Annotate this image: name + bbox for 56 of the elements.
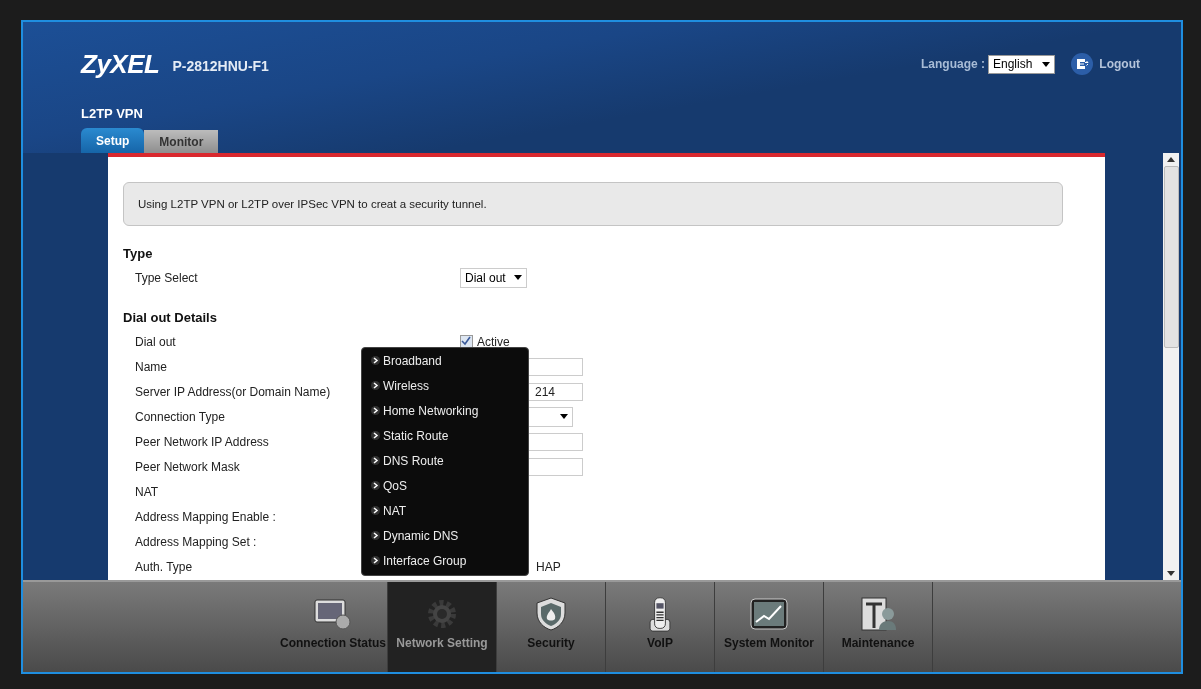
menu-item[interactable]: Home Networking xyxy=(371,398,528,423)
brand-logo: ZyXEL xyxy=(81,48,160,80)
menu-item[interactable]: NAT xyxy=(371,498,528,523)
monitor-icon xyxy=(314,596,352,632)
info-message: Using L2TP VPN or L2TP over IPSec VPN to creat a security tunnel. xyxy=(123,182,1063,226)
chevron-icon xyxy=(371,506,380,515)
chevron-icon xyxy=(371,381,380,390)
field-label: Peer Network Mask xyxy=(135,459,240,474)
chevron-icon xyxy=(371,406,380,415)
menu-item[interactable]: Interface Group xyxy=(371,548,528,573)
field-label: Auth. Type xyxy=(135,559,193,574)
field-label: Server IP Address(or Domain Name) xyxy=(135,384,331,399)
scroll-down-icon[interactable] xyxy=(1167,571,1175,576)
model-name: P-2812HNU-F1 xyxy=(172,57,269,74)
chevron-icon xyxy=(371,531,380,540)
field-label: Dial out xyxy=(135,334,176,349)
logout-link[interactable]: Logout xyxy=(1096,57,1143,71)
field-label: NAT xyxy=(135,484,159,499)
menu-item[interactable]: Broadband xyxy=(371,348,528,373)
scroll-up-icon[interactable] xyxy=(1167,157,1175,162)
field-label: Connection Type xyxy=(135,409,225,424)
nav-item[interactable]: Network Setting xyxy=(388,582,497,672)
menu-item[interactable]: Wireless xyxy=(371,373,528,398)
phone-icon xyxy=(647,596,673,632)
section-heading: Dial out Details xyxy=(123,310,218,325)
menu-item[interactable]: QoS xyxy=(371,473,528,498)
field-label: Address Mapping Enable : xyxy=(135,509,276,524)
maintenance-icon xyxy=(860,596,896,632)
page-title: L2TP VPN xyxy=(81,106,144,123)
chevron-icon xyxy=(371,431,380,440)
caret-icon xyxy=(1042,61,1051,67)
dropdown[interactable]: Dial out xyxy=(460,267,527,288)
tab[interactable]: Setup xyxy=(81,128,145,153)
chevron-icon xyxy=(371,356,380,365)
chevron-icon xyxy=(371,556,380,565)
section-heading: Type xyxy=(123,246,154,261)
caret-icon xyxy=(560,414,568,419)
field-label: Type Select xyxy=(135,270,198,285)
checkbox-label: Active xyxy=(477,334,510,349)
menu-item[interactable]: Static Route xyxy=(371,423,528,448)
scrollbar[interactable] xyxy=(1163,153,1179,580)
logout-icon[interactable] xyxy=(1071,53,1094,75)
chevron-icon xyxy=(371,481,380,490)
chevron-icon xyxy=(371,456,380,465)
field-label: Peer Network IP Address xyxy=(135,434,269,449)
menu-item[interactable]: DNS Route xyxy=(371,448,528,473)
field-label: Name xyxy=(135,359,167,374)
chart-icon xyxy=(750,596,788,632)
field-label: Address Mapping Set : xyxy=(135,534,257,549)
menu-item[interactable]: Dynamic DNS xyxy=(371,523,528,548)
language-label: Language : xyxy=(920,57,985,71)
shield-icon xyxy=(535,596,567,632)
caret-icon xyxy=(513,275,522,280)
language-select[interactable]: English xyxy=(988,54,1056,74)
tab[interactable]: Monitor xyxy=(144,130,219,153)
scrollbar-thumb[interactable] xyxy=(1163,166,1179,348)
